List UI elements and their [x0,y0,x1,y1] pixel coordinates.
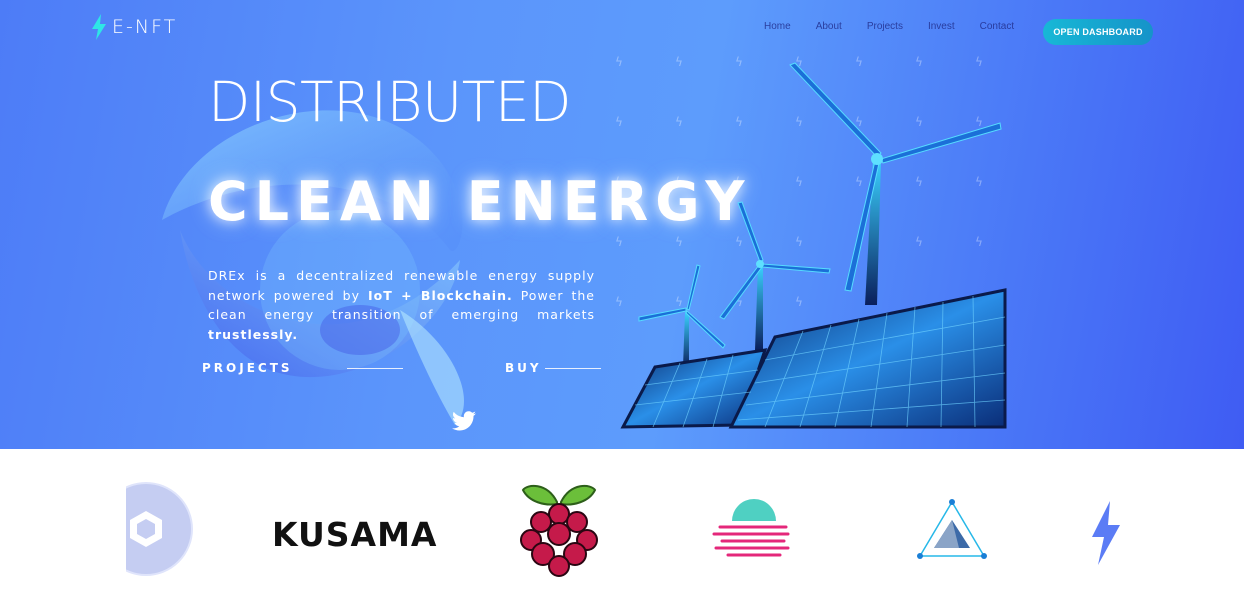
sunset-logo-icon [712,499,790,557]
open-dashboard-button[interactable]: OPEN DASHBOARD [1043,19,1153,45]
twitter-icon[interactable] [452,410,476,432]
kusama-logo: KUSAMA [272,515,437,554]
buy-link[interactable]: BUY [505,361,542,375]
nav-invest[interactable]: Invest [928,21,955,32]
hero-description: DREx is a decentralized renewable energy… [208,268,595,342]
raspberry-pi-icon [520,484,598,577]
projects-link[interactable]: PROJECTS [202,361,293,375]
buy-link-underline [545,368,601,369]
main-navigation: Home About Projects Invest Contact [764,21,1039,32]
wind-solar-illustration [620,62,1007,429]
nav-about[interactable]: About [816,21,842,32]
nav-home[interactable]: Home [764,21,791,32]
kusama-logo-text: KUSAMA [272,515,438,554]
abstract-swirl-graphic [162,110,464,425]
lightning-bolt-icon [1092,501,1120,565]
nav-contact[interactable]: Contact [980,21,1014,32]
site-logo[interactable]: E-NFT [90,14,177,40]
logo-text: E-NFT [112,16,178,38]
hero-section: ϟϟϟϟϟϟϟ ϟϟϟϟϟϟϟ ϟϟϟϟϟϟϟ ϟϟϟϟϟϟϟ ϟϟϟϟ E-N… [0,0,1244,449]
hero-title-line1: DISTRIBUTED [208,70,571,134]
lightning-bolt-icon [92,14,106,40]
chainlink-logo-icon [126,482,193,576]
triangle-network-icon [917,499,987,559]
projects-link-underline [347,368,403,369]
partner-logos-strip: KUSAMA [0,449,1244,604]
nav-projects[interactable]: Projects [867,21,903,32]
